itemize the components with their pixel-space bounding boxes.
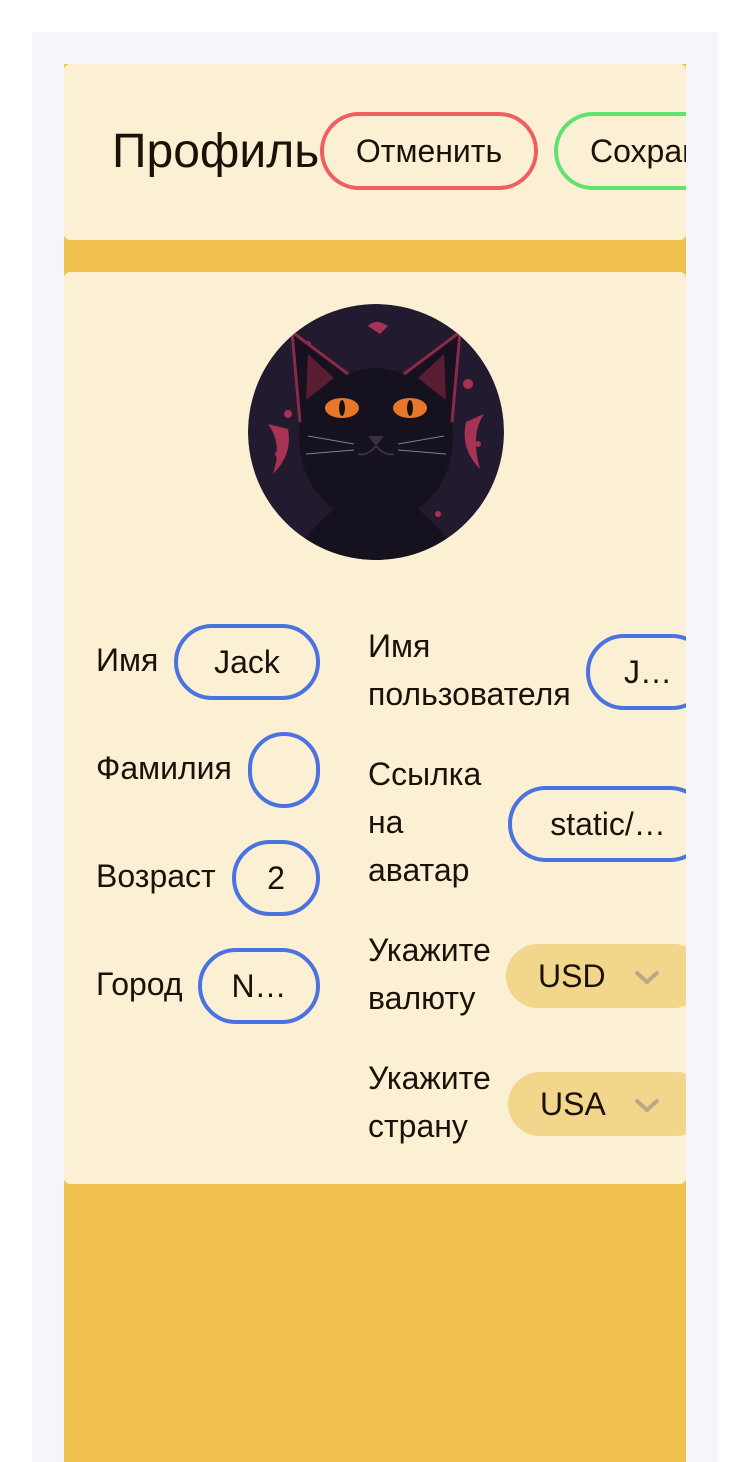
- cancel-button[interactable]: Отменить: [320, 112, 538, 190]
- country-select[interactable]: USA: [508, 1072, 686, 1136]
- chevron-down-icon: [634, 971, 659, 984]
- last-name-input[interactable]: [248, 732, 320, 808]
- avatar-link-label-line: Ссылка: [368, 756, 482, 792]
- avatar-link-input[interactable]: static/…: [508, 786, 686, 862]
- country-select-value: USA: [540, 1085, 606, 1122]
- username-label: Имя пользователя: [368, 622, 571, 718]
- city-label: Город: [96, 966, 183, 1002]
- age-label: Возраст: [96, 858, 216, 894]
- username-input[interactable]: J…: [586, 634, 686, 710]
- username-label-line: пользователя: [368, 676, 571, 712]
- country-label-line: страну: [368, 1108, 468, 1144]
- first-name-label: Имя: [96, 642, 159, 678]
- currency-label: Укажите валюту: [368, 926, 491, 1022]
- profile-header: Профиль Отменить Сохранить: [64, 64, 686, 240]
- page-title: Профиль: [112, 125, 320, 178]
- username-label-line: Имя: [368, 628, 431, 664]
- currency-select[interactable]: USD: [506, 944, 686, 1008]
- avatar-link-label-line: аватар: [368, 852, 470, 888]
- save-button[interactable]: Сохранить: [554, 112, 686, 190]
- currency-label-line: валюту: [368, 980, 476, 1016]
- currency-select-value: USD: [538, 957, 606, 994]
- profile-page: Профиль Отменить Сохранить: [64, 64, 686, 1462]
- age-input[interactable]: 2: [232, 840, 320, 916]
- last-name-label: Фамилия: [96, 750, 232, 786]
- profile-card: Имя Jack Фамилия Возраст 2 Город N… Имя …: [64, 272, 686, 1184]
- avatar-link-label-line: на: [368, 804, 404, 840]
- city-input[interactable]: N…: [198, 948, 320, 1024]
- avatar-link-label: Ссылка на аватар: [368, 750, 481, 894]
- first-name-input[interactable]: Jack: [174, 624, 320, 700]
- country-label: Укажите страну: [368, 1054, 491, 1150]
- chevron-down-icon: [634, 1099, 659, 1112]
- country-label-line: Укажите: [368, 1060, 491, 1096]
- avatar: [248, 304, 504, 560]
- black-cat-avatar-icon: [248, 304, 504, 560]
- currency-label-line: Укажите: [368, 932, 491, 968]
